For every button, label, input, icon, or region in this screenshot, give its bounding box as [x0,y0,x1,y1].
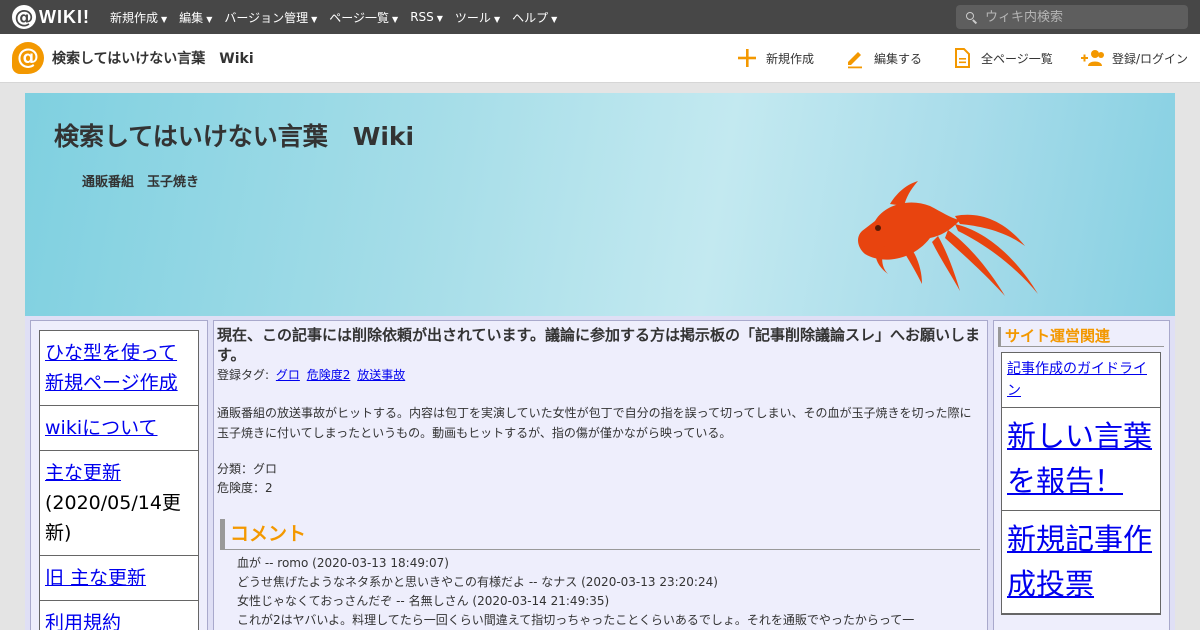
search-input[interactable] [985,9,1175,25]
caret-down-icon: ▼ [493,14,501,24]
report-new-word-link[interactable]: 新しい言葉を報告！ [1007,419,1152,498]
left-menu-item: wikiについて [40,406,198,451]
new-page-button[interactable]: 新規作成 [736,45,814,71]
edit-label: 編集する [874,51,923,66]
tag-link-danger2[interactable]: 危険度2 [307,368,351,382]
all-pages-label: 全ページ一覧 [981,51,1053,66]
tag-link-broadcast-accident[interactable]: 放送事故 [357,368,405,382]
menu-version[interactable]: バージョン管理 ▼ [224,9,317,26]
at-mark-icon: @ [12,5,36,29]
article-body: 通販番組の放送事故がヒットする。内容は包丁を実演していた女性が包丁で自分の指を誤… [217,406,972,440]
logo-text: WIKI! [39,7,90,27]
top-navigation-bar: @ WIKI! 新規作成 ▼ 編集 ▼ バージョン管理 ▼ ページ一覧 ▼ RSS ▼ ツ… [0,0,1200,34]
page-title: 通販番組 玉子焼き [82,175,200,190]
comment-item: 女性じゃなくておっさんだぞ -- 名無しさん (2020-03-14 21:49… [237,592,977,611]
menu-label: バージョン管理 [224,10,309,25]
about-wiki-link[interactable]: wikiについて [45,417,158,439]
all-pages-button[interactable]: 全ページ一覧 [951,45,1053,71]
comment-item: どうせ焦げたようなネタ系かと思いきやこの有様だよ -- なナス (2020-03… [237,573,977,592]
right-menu-item: 新規記事作成投票 [1002,511,1160,614]
comment-item: 血が -- romo (2020-03-13 18:49:07) [237,554,977,573]
menu-new[interactable]: 新規作成 ▼ [110,9,167,26]
article-guideline-link[interactable]: 記事作成のガイドライン [1007,361,1147,399]
menu-help[interactable]: ヘルプ ▼ [512,9,557,26]
menu-label: RSS [410,10,434,24]
edit-button[interactable]: 編集する [844,45,922,71]
new-article-vote-link[interactable]: 新規記事作成投票 [1007,522,1152,601]
danger-level-line: 危険度：2 [217,481,273,495]
site-management-heading: サイト運営関連 [998,327,1164,347]
pencil-icon [848,52,862,69]
caret-down-icon: ▼ [206,14,213,24]
updated-date-note: (2020/05/14更新) [45,492,181,544]
caret-down-icon: ▼ [392,14,399,24]
login-label: 登録/ログイン [1112,51,1189,66]
right-menu-item: 記事作成のガイドライン [1002,353,1160,408]
caret-down-icon: ▼ [551,14,558,24]
add-user-icon [1081,50,1104,66]
menu-page-list[interactable]: ページ一覧 ▼ [329,9,398,26]
menu-label: 新規作成 [110,10,159,25]
atwiki-logo[interactable]: @ WIKI! [12,5,90,29]
caret-down-icon: ▼ [436,14,443,23]
top-menu: 新規作成 ▼ 編集 ▼ バージョン管理 ▼ ページ一覧 ▼ RSS ▼ ツール ▼ ヘルプ ▼ [110,0,569,34]
template-new-page-link[interactable]: ひな型を使って新規ページ作成 [45,342,178,394]
menu-tools[interactable]: ツール ▼ [455,9,500,26]
menu-edit[interactable]: 編集 ▼ [179,9,212,26]
terms-of-use-link[interactable]: 利用規約 [45,612,121,630]
search-icon [966,11,978,24]
login-button[interactable]: 登録/ログイン [1080,45,1188,71]
left-menu-item: ひな型を使って新規ページ作成 [40,331,198,406]
tag-row: 登録タグ: グロ 危険度2 放送事故 [217,366,405,383]
left-menu-item: 旧 主な更新 [40,556,198,601]
menu-label: ページ一覧 [329,10,390,25]
wiki-header-bar: 検索してはいけない言葉 Wiki 新規作成 編集する 全ページ一覧 登録/ログイ… [0,34,1200,83]
goldfish-illustration [858,181,1038,296]
wiki-banner: 検索してはいけない言葉 Wiki 通販番組 玉子焼き [25,93,1175,316]
old-updates-link[interactable]: 旧 主な更新 [45,567,146,589]
comment-item: これが2はヤバいよ。料理してたら一回くらい間違えて指切っちゃったことくらいあるで… [237,611,977,630]
right-menu: 記事作成のガイドライン 新しい言葉を報告！ 新規記事作成投票 [1001,352,1161,615]
document-icon [955,48,970,68]
tag-link-guro[interactable]: グロ [276,368,300,382]
caret-down-icon: ▼ [161,14,168,24]
main-updates-link[interactable]: 主な更新 [45,462,121,484]
wiki-search-box [956,5,1188,29]
tags-label: 登録タグ: [217,368,270,382]
menu-label: ヘルプ [512,10,549,25]
menu-label: 編集 [179,10,204,25]
menu-label: ツール [454,10,491,25]
left-menu-item: 主な更新 (2020/05/14更新) [40,451,198,556]
comment-list: 血が -- romo (2020-03-13 18:49:07) どうせ焦げたよ… [237,554,977,630]
caret-down-icon: ▼ [311,14,318,24]
wiki-title-link[interactable]: 検索してはいけない言葉 Wiki [52,48,254,68]
new-page-label: 新規作成 [766,51,815,66]
plus-icon [738,49,756,67]
left-menu: ひな型を使って新規ページ作成 wikiについて 主な更新 (2020/05/14更… [39,330,199,630]
left-menu-item: 利用規約 [40,601,198,630]
category-line: 分類：グロ [217,462,278,476]
right-menu-item: 新しい言葉を報告！ [1002,408,1160,511]
banner-title[interactable]: 検索してはいけない言葉 Wiki [54,117,414,153]
deletion-request-notice: 現在、この記事には削除依頼が出されています。議論に参加する方は掲示板の「記事削除… [217,326,981,364]
comments-heading: コメント [220,519,980,550]
atwiki-orange-logo[interactable] [12,42,44,74]
menu-rss[interactable]: RSS ▼ [410,10,443,24]
